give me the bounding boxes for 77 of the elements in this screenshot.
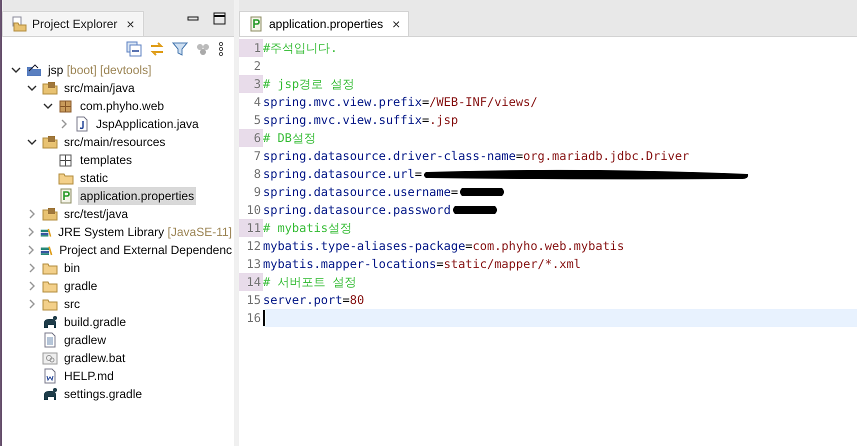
code-text: mybatis.mapper-locations=static/mapper/*.xml [263, 257, 581, 271]
tree-item[interactable]: templates [78, 151, 134, 169]
tree-item[interactable]: Project and External Dependenc [57, 241, 234, 259]
comment-text: # mybatis설정 [263, 220, 352, 236]
text-file-icon [42, 332, 58, 348]
chevron-right-icon[interactable] [26, 245, 36, 255]
tree-item[interactable]: build.gradle [62, 313, 128, 331]
chevron-right-icon[interactable] [59, 119, 69, 129]
java-file-icon [74, 116, 90, 132]
chevron-down-icon[interactable] [11, 65, 21, 75]
line-number: 6 [239, 129, 263, 147]
tree-item[interactable]: gradle [62, 277, 100, 295]
code-text: spring.datasource.driver-class-name=org.mariadb.jdbc.Driver [263, 149, 690, 163]
tree-item[interactable]: gradlew.bat [62, 349, 128, 367]
chevron-down-icon[interactable] [27, 83, 37, 93]
package-icon [58, 152, 74, 168]
sync-arrows-icon[interactable] [149, 41, 165, 57]
chevron-down-icon[interactable] [27, 137, 37, 147]
code-text: spring.mvc.view.prefix=/WEB-INF/views/ [263, 95, 538, 109]
code-text: spring.mvc.view.suffix=.jsp [263, 113, 458, 127]
elephant-icon [42, 314, 58, 330]
properties-file-icon [58, 188, 74, 204]
tree-item[interactable]: static [78, 169, 110, 187]
chevron-right-icon[interactable] [27, 209, 37, 219]
code-text: mybatis.type-aliases-package=com.phyho.web.mybatis [263, 239, 624, 253]
gear-file-icon [42, 350, 58, 366]
chevron-right-icon[interactable] [27, 263, 37, 273]
comment-text: # jsp경로 설정 [263, 76, 354, 92]
code-text: spring.datasource.username= [263, 185, 458, 199]
chevron-right-icon[interactable] [27, 299, 37, 309]
filter-icon[interactable] [172, 41, 188, 57]
chevron-down-icon[interactable] [43, 101, 53, 111]
tree-item[interactable]: src/main/java [62, 79, 137, 97]
tree-item[interactable]: src/test/java [62, 205, 130, 223]
code-text: spring.datasource.password [263, 203, 451, 217]
stack-icon[interactable] [195, 41, 211, 57]
editor-tab[interactable]: application.properties × [239, 11, 410, 36]
redaction-scribble [450, 203, 499, 217]
tree-item[interactable]: JspApplication.java [94, 115, 201, 133]
tree-item[interactable]: com.phyho.web [78, 97, 166, 115]
tree-item[interactable]: HELP.md [62, 367, 116, 385]
collapse-all-icon[interactable] [126, 41, 142, 57]
tree-item[interactable]: src [62, 295, 82, 313]
folder-icon [11, 16, 27, 32]
line-number: 3 [239, 75, 263, 93]
properties-file-icon [248, 16, 264, 32]
elephant-icon [42, 386, 58, 402]
view-title: Project Explorer [32, 17, 118, 31]
tree-item[interactable]: settings.gradle [62, 385, 144, 403]
line-number: 14 [239, 273, 263, 291]
more-icon[interactable] [218, 41, 224, 57]
redaction-scribble [458, 185, 506, 199]
code-text: server.port=80 [263, 293, 364, 307]
package-icon [58, 98, 74, 114]
code-text: spring.datasource.url= [263, 167, 422, 181]
text-cursor [263, 310, 265, 326]
tree-item[interactable]: application.properties [78, 187, 196, 205]
tree-item[interactable]: gradlew [62, 331, 108, 349]
line-number: 11 [239, 219, 263, 237]
tree-item[interactable]: bin [62, 259, 82, 277]
tree-item[interactable]: jsp [boot] [devtools] [46, 61, 154, 79]
chevron-right-icon[interactable] [26, 227, 36, 237]
source-folder-icon [42, 206, 58, 222]
comment-text: #주석입니다. [263, 40, 338, 56]
tree-item[interactable]: JRE System Library [JavaSE-11] [56, 223, 234, 241]
source-folder-icon [42, 80, 58, 96]
view-tab[interactable]: Project Explorer × [2, 11, 144, 36]
document-icon [42, 368, 58, 384]
chevron-right-icon[interactable] [27, 281, 37, 291]
tree-item[interactable]: src/main/resources [62, 133, 168, 151]
line-number: 16 [239, 309, 263, 327]
comment-text: # 서버포트 설정 [263, 274, 357, 290]
comment-text: # DB설정 [263, 130, 316, 146]
line-number: 1 [239, 39, 263, 57]
project-icon [26, 62, 42, 78]
source-folder-icon [42, 134, 58, 150]
close-button[interactable]: × [126, 16, 135, 32]
